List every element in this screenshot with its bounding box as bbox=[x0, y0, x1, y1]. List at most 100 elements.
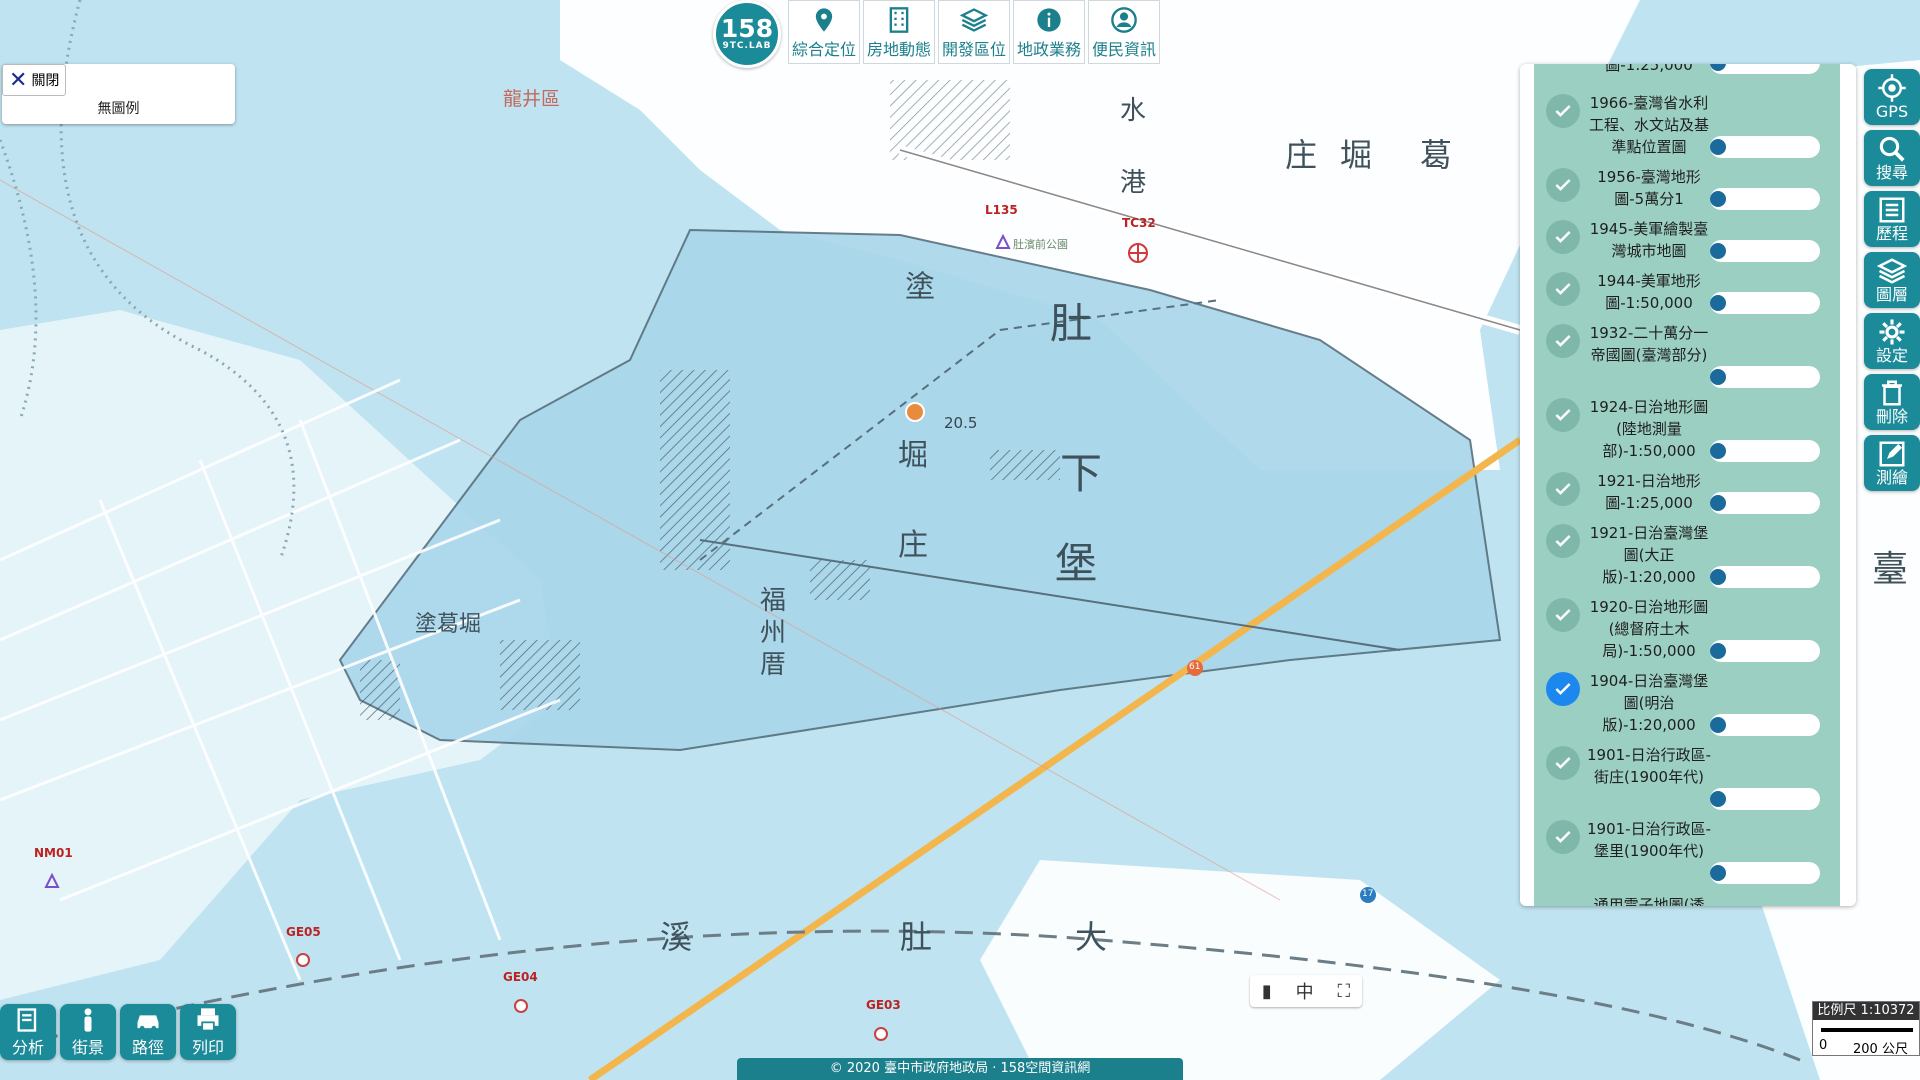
tool-label: 分析 bbox=[11, 1038, 44, 1057]
print-button[interactable]: 列印 bbox=[180, 1004, 236, 1060]
map-label-place: 葛 bbox=[1420, 136, 1453, 174]
layer-checkbox[interactable] bbox=[1546, 94, 1580, 128]
map-label-place: 水 bbox=[1120, 96, 1147, 126]
analysis-button[interactable]: 分析 bbox=[0, 1004, 56, 1060]
map-label-place: 塗 bbox=[905, 270, 935, 305]
nav-citizen-info-button[interactable]: 便民資訊 bbox=[1088, 0, 1160, 64]
layer-opacity-slider[interactable] bbox=[1710, 440, 1820, 462]
language-toggle[interactable]: 中 bbox=[1296, 978, 1314, 1004]
layer-checkbox[interactable] bbox=[1546, 324, 1580, 358]
map-label-elevation: 20.5 bbox=[944, 414, 978, 432]
route-button[interactable]: 路徑 bbox=[120, 1004, 176, 1060]
check-icon bbox=[1555, 831, 1571, 843]
slider-knob[interactable] bbox=[1710, 64, 1726, 71]
gps-button[interactable]: GPS bbox=[1864, 69, 1920, 125]
check-icon bbox=[1555, 179, 1571, 191]
slider-knob[interactable] bbox=[1710, 495, 1726, 511]
layer-checkbox[interactable] bbox=[1546, 398, 1580, 432]
layer-checkbox[interactable] bbox=[1546, 272, 1580, 306]
layer-checkbox-checked[interactable] bbox=[1546, 672, 1580, 706]
car-icon bbox=[137, 1015, 159, 1031]
legend-close-button[interactable]: ✕ 關閉 bbox=[2, 64, 67, 96]
slider-knob[interactable] bbox=[1710, 295, 1726, 311]
scale-label: 比例尺 1:10372 bbox=[1813, 1002, 1919, 1020]
fullscreen-icon[interactable]: ⛶ bbox=[1337, 981, 1350, 1002]
slider-knob[interactable] bbox=[1710, 369, 1726, 385]
history-button[interactable]: 歷程 bbox=[1864, 191, 1920, 247]
user-icon bbox=[1111, 7, 1137, 33]
slider-knob[interactable] bbox=[1710, 865, 1726, 881]
tool-label: 路徑 bbox=[131, 1038, 164, 1057]
logo[interactable]: 158 9TC.LAB bbox=[713, 0, 781, 68]
logo-subtitle: 9TC.LAB bbox=[722, 41, 772, 51]
layer-checkbox[interactable] bbox=[1546, 820, 1580, 854]
slider-knob[interactable] bbox=[1710, 191, 1726, 207]
settings-button[interactable]: 設定 bbox=[1864, 313, 1920, 369]
building-icon bbox=[889, 7, 909, 33]
tool-label: 圖層 bbox=[1875, 285, 1908, 304]
legend-close-label: 關閉 bbox=[31, 73, 60, 89]
slider-knob[interactable] bbox=[1710, 139, 1726, 155]
check-icon bbox=[1555, 609, 1571, 621]
layer-checkbox[interactable] bbox=[1546, 220, 1580, 254]
layer-checkbox[interactable] bbox=[1546, 472, 1580, 506]
measure-button[interactable]: 測繪 bbox=[1864, 435, 1920, 491]
map-label-ge04: GE04 bbox=[503, 970, 538, 984]
nav-real-estate-button[interactable]: 房地動態 bbox=[863, 0, 935, 64]
close-icon: ✕ bbox=[9, 67, 28, 93]
layer-opacity-slider[interactable] bbox=[1710, 188, 1820, 210]
search-button[interactable]: 搜尋 bbox=[1864, 130, 1920, 186]
layer-checkbox[interactable] bbox=[1546, 598, 1580, 632]
map-pin-icon bbox=[815, 8, 833, 32]
check-icon bbox=[1555, 105, 1571, 117]
layer-list[interactable]: 圖-1:25,000 1966-臺灣省水利工程、水文站及基準點位置圖 1956-… bbox=[1534, 64, 1840, 906]
layer-opacity-slider[interactable] bbox=[1710, 366, 1820, 388]
nav-label: 綜合定位 bbox=[791, 40, 856, 59]
check-icon bbox=[1555, 283, 1571, 295]
layer-checkbox[interactable] bbox=[1546, 524, 1580, 558]
layer-opacity-slider[interactable] bbox=[1710, 566, 1820, 588]
map-label-road-tc32: TC32 bbox=[1122, 216, 1156, 230]
map-label-ge03: GE03 bbox=[866, 998, 901, 1012]
nav-development-zone-button[interactable]: 開發區位 bbox=[938, 0, 1010, 64]
tool-label: 歷程 bbox=[1875, 224, 1908, 243]
layer-checkbox[interactable] bbox=[1546, 746, 1580, 780]
layer-opacity-slider[interactable] bbox=[1710, 640, 1820, 662]
layer-title: 1901-日治行政區-堡里(1900年代) bbox=[1587, 820, 1711, 860]
delete-button[interactable]: 刪除 bbox=[1864, 374, 1920, 430]
book-icon[interactable]: ▮ bbox=[1262, 981, 1272, 1002]
slider-knob[interactable] bbox=[1710, 569, 1726, 585]
printer-icon bbox=[197, 1008, 219, 1032]
gps-icon bbox=[1878, 74, 1906, 102]
check-icon bbox=[1555, 757, 1571, 769]
layer-title: 1966-臺灣省水利工程、水文站及基準點位置圖 bbox=[1588, 94, 1709, 156]
street-view-button[interactable]: 街景 bbox=[60, 1004, 116, 1060]
map-label-place: 塗葛堀 bbox=[415, 612, 482, 637]
nav-comprehensive-location-button[interactable]: 綜合定位 bbox=[788, 0, 860, 64]
slider-knob[interactable] bbox=[1710, 443, 1726, 459]
layer-opacity-slider[interactable] bbox=[1710, 492, 1820, 514]
map-label-place: 堀 bbox=[1340, 136, 1373, 174]
slider-knob[interactable] bbox=[1710, 643, 1726, 659]
nav-land-affairs-button[interactable]: 地政業務 bbox=[1013, 0, 1085, 64]
layer-checkbox[interactable] bbox=[1546, 168, 1580, 202]
map-label-place: 堡 bbox=[1055, 539, 1098, 588]
layer-title: 1924-日治地形圖(陸地測量部)-1:50,000 bbox=[1589, 398, 1709, 460]
layer-opacity-slider[interactable] bbox=[1710, 788, 1820, 810]
slider-knob[interactable] bbox=[1710, 717, 1726, 733]
layers-button[interactable]: 圖層 bbox=[1864, 252, 1920, 308]
layer-title: 1956-臺灣地形圖-5萬分1 bbox=[1597, 168, 1701, 208]
layer-panel[interactable]: 圖-1:25,000 1966-臺灣省水利工程、水文站及基準點位置圖 1956-… bbox=[1520, 64, 1856, 906]
layer-opacity-slider[interactable] bbox=[1710, 240, 1820, 262]
layer-opacity-slider[interactable] bbox=[1710, 292, 1820, 314]
slider-knob[interactable] bbox=[1710, 791, 1726, 807]
map-label-place: 溪 bbox=[660, 918, 693, 956]
bottom-left-tools: 分析 街景 路徑 列印 bbox=[0, 1004, 240, 1060]
nav-label: 地政業務 bbox=[1016, 40, 1081, 59]
scale-distance: 200 公尺 bbox=[1853, 1042, 1908, 1057]
layer-opacity-slider[interactable] bbox=[1710, 64, 1820, 74]
layer-opacity-slider[interactable] bbox=[1710, 862, 1820, 884]
layer-opacity-slider[interactable] bbox=[1710, 136, 1820, 158]
slider-knob[interactable] bbox=[1710, 243, 1726, 259]
layer-opacity-slider[interactable] bbox=[1710, 714, 1820, 736]
